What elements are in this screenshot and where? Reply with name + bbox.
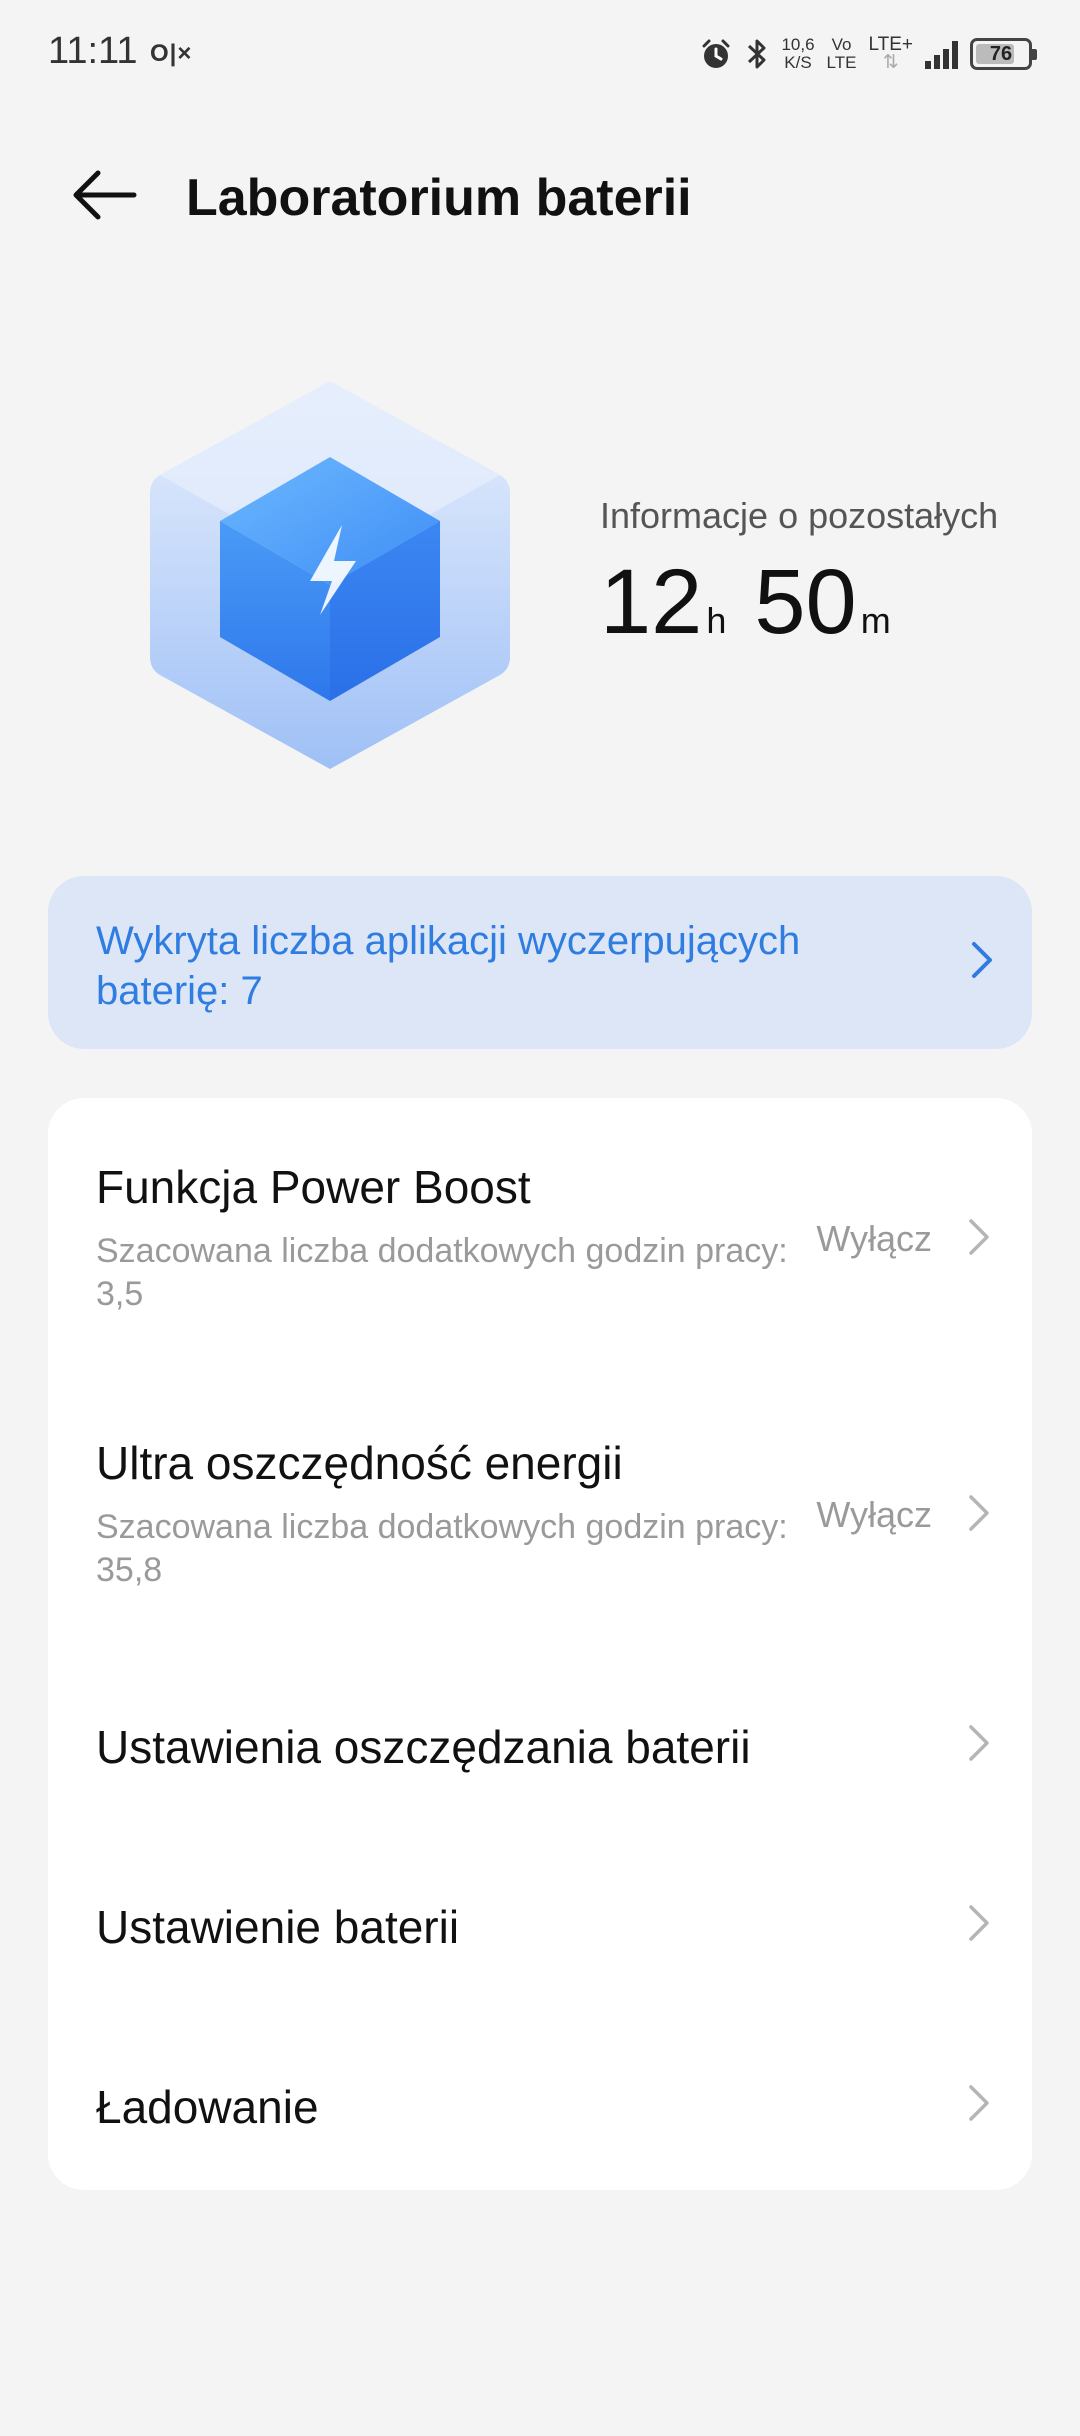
setting-value: Wyłącz <box>816 1218 932 1259</box>
notification-icons: O|× <box>150 40 193 67</box>
remaining-minutes: 50 <box>754 551 857 653</box>
chevron-right-icon <box>969 1905 989 1941</box>
status-time: 11:11 <box>48 30 138 72</box>
back-button[interactable] <box>62 162 146 228</box>
remaining-info-label: Informacje o pozostałych <box>600 495 999 536</box>
status-bar: 11:11 O|× 10,6 K/S Vo LTE LTE+ ⇅ 76 <box>0 0 1080 110</box>
chevron-right-icon <box>969 2085 989 2121</box>
setting-battery-settings[interactable]: Ustawienie baterii <box>48 1828 1032 2008</box>
battery-icon: 76 <box>970 38 1037 70</box>
setting-subtitle: Szacowana liczba dodatkowych godzin prac… <box>96 1232 788 1313</box>
setting-title: Ładowanie <box>96 2081 319 2133</box>
network-speed: 10,6 K/S <box>781 36 814 72</box>
setting-title: Ustawienie baterii <box>96 1901 460 1953</box>
back-arrow-icon <box>73 170 137 220</box>
hours-unit: h <box>706 600 727 641</box>
setting-battery-saving[interactable]: Ustawienia oszczędzania baterii <box>48 1648 1032 1828</box>
remaining-hours: 12 <box>600 551 703 653</box>
setting-title: Ultra oszczędność energii <box>96 1437 623 1489</box>
battery-lab-icon <box>150 381 510 769</box>
volte-bottom: LTE <box>826 53 857 72</box>
minutes-unit: m <box>860 600 891 641</box>
draining-apps-text: Wykryta liczba aplikacji wyczerpujących … <box>96 919 801 1013</box>
remaining-time: 12 h 50 m <box>600 550 919 655</box>
page-title: Laboratorium baterii <box>186 169 692 227</box>
bluetooth-icon <box>748 39 766 69</box>
signal-icon <box>925 39 958 69</box>
chevron-right-icon <box>969 1495 989 1531</box>
setting-ultra-power-saving[interactable]: Ultra oszczędność energii Szacowana licz… <box>48 1368 1032 1648</box>
network-type: LTE+ ⇅ <box>868 35 913 73</box>
setting-subtitle: Szacowana liczba dodatkowych godzin prac… <box>96 1508 788 1589</box>
chevron-right-icon <box>969 1219 989 1255</box>
setting-title: Funkcja Power Boost <box>96 1161 531 1213</box>
network-speed-value: 10,6 <box>781 35 815 54</box>
setting-title: Ustawienia oszczędzania baterii <box>96 1721 751 1773</box>
alarm-icon <box>702 39 730 68</box>
volte-top: Vo <box>831 35 852 54</box>
setting-charging[interactable]: Ładowanie <box>48 2008 1032 2190</box>
chevron-right-icon <box>969 1725 989 1761</box>
battery-level: 76 <box>989 42 1013 65</box>
network-speed-unit: K/S <box>784 53 812 72</box>
status-icons: 10,6 K/S Vo LTE LTE+ ⇅ 76 <box>699 30 1037 78</box>
draining-apps-alert[interactable]: Wykryta liczba aplikacji wyczerpujących … <box>48 876 1032 1049</box>
chevron-right-icon <box>972 942 992 978</box>
setting-value: Wyłącz <box>816 1494 932 1535</box>
data-arrows-icon: ⇅ <box>882 52 899 73</box>
volte-indicator: Vo LTE <box>827 36 857 72</box>
app-header: Laboratorium baterii <box>0 150 1080 240</box>
setting-power-boost[interactable]: Funkcja Power Boost Szacowana liczba dod… <box>48 1098 1032 1368</box>
settings-list: Funkcja Power Boost Szacowana liczba dod… <box>48 1098 1032 2190</box>
